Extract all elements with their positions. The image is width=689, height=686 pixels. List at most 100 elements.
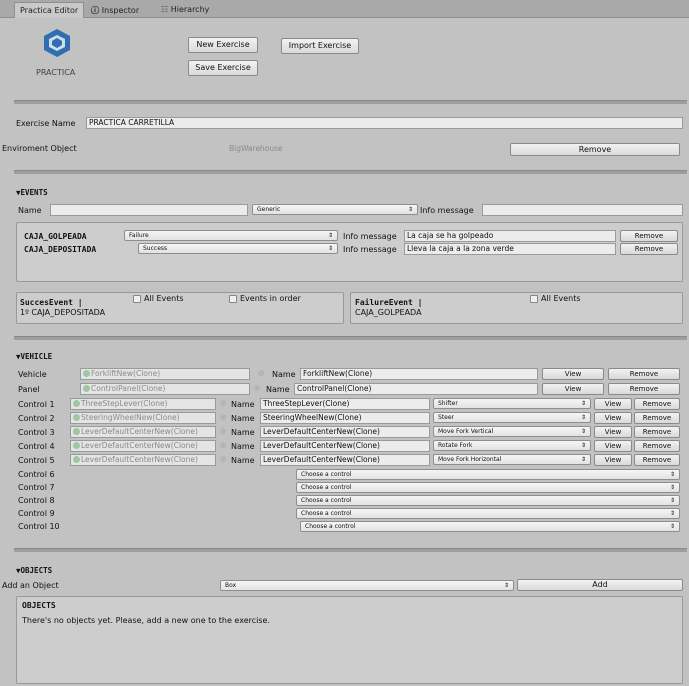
- panel-object-field[interactable]: ControlPanel(Clone): [80, 383, 250, 395]
- control-name-field[interactable]: LeverDefaultCenterNew(Clone): [260, 454, 430, 466]
- control-label: Control 10: [18, 522, 60, 531]
- tab-hierarchy[interactable]: ☷ Hierarchy: [156, 2, 214, 18]
- gameobject-icon: [73, 428, 80, 435]
- failure-event-title: FailureEvent |: [355, 298, 423, 307]
- radio-dot-icon: ◎: [220, 413, 227, 421]
- vehicle-object-field[interactable]: ForkliftNew(Clone): [80, 368, 250, 380]
- environment-object-field[interactable]: BigWarehouse: [226, 143, 506, 155]
- events-in-order-label: Events in order: [240, 294, 301, 303]
- control-action-value: Steer: [438, 414, 455, 421]
- dropdown-arrow-icon: ⇕: [580, 414, 586, 421]
- info-message-field[interactable]: Lleva la caja a la zona verde: [404, 243, 616, 255]
- dropdown-arrow-icon: ⇕: [407, 206, 413, 213]
- remove-control-button[interactable]: Remove: [634, 398, 680, 410]
- choose-control-value: Choose a control: [301, 497, 352, 504]
- separator: [14, 170, 687, 174]
- vehicle-header[interactable]: ▼VEHICLE: [16, 352, 52, 361]
- dropdown-arrow-icon: ⇕: [503, 582, 509, 589]
- events-header[interactable]: ▼EVENTS: [16, 188, 48, 197]
- control-label: Control 6: [18, 470, 55, 479]
- choose-control-dropdown[interactable]: Choose a control ⇕: [296, 482, 680, 493]
- add-object-label: Add an Object: [2, 581, 59, 590]
- objects-header[interactable]: ▼OBJECTS: [16, 566, 52, 575]
- event-type-dropdown[interactable]: Failure ⇕: [124, 230, 338, 241]
- view-vehicle-button[interactable]: View: [542, 368, 604, 380]
- failure-event-item: CAJA_GOLPEADA: [355, 308, 422, 317]
- control-name-field[interactable]: LeverDefaultCenterNew(Clone): [260, 426, 430, 438]
- object-type-dropdown[interactable]: Box ⇕: [220, 580, 514, 591]
- view-panel-button[interactable]: View: [542, 383, 604, 395]
- remove-event-button[interactable]: Remove: [620, 243, 678, 255]
- tab-inspector[interactable]: ⓘ Inspector: [86, 2, 144, 18]
- remove-control-button[interactable]: Remove: [634, 454, 680, 466]
- event-name-input[interactable]: [50, 204, 248, 216]
- dropdown-arrow-icon: ⇕: [669, 471, 675, 478]
- failure-all-events-checkbox[interactable]: [530, 295, 538, 303]
- control-label: Control 9: [18, 509, 55, 518]
- view-control-button[interactable]: View: [594, 398, 632, 410]
- radio-dot-icon: ◎: [220, 441, 227, 449]
- control-action-dropdown[interactable]: Steer ⇕: [433, 412, 591, 423]
- control-object-field[interactable]: ThreeStepLever(Clone): [70, 398, 216, 410]
- tab-practica-editor[interactable]: Practica Editor: [14, 2, 85, 18]
- dropdown-arrow-icon: ⇕: [669, 497, 675, 504]
- exercise-name-input[interactable]: PRACTICA CARRETILLA: [86, 117, 683, 129]
- success-event-item: 1º CAJA_DEPOSITADA: [20, 308, 106, 317]
- remove-control-button[interactable]: Remove: [634, 426, 680, 438]
- remove-environment-button[interactable]: Remove: [510, 143, 680, 156]
- add-object-button[interactable]: Add: [517, 579, 683, 591]
- control-action-value: Move Fork Horizontal: [438, 456, 502, 463]
- remove-control-button[interactable]: Remove: [634, 412, 680, 424]
- choose-control-dropdown[interactable]: Choose a control ⇕: [296, 469, 680, 480]
- import-exercise-button[interactable]: Import Exercise: [281, 38, 359, 54]
- environment-object-label: Enviroment Object: [2, 144, 77, 153]
- control-action-dropdown[interactable]: Rotate Fork ⇕: [433, 440, 591, 451]
- control-name-field[interactable]: ThreeStepLever(Clone): [260, 398, 430, 410]
- vehicle-name-label: Name: [272, 370, 296, 379]
- control-label: Control 8: [18, 496, 55, 505]
- info-message-field[interactable]: La caja se ha golpeado: [404, 230, 616, 242]
- control-name-label: Name: [231, 428, 255, 437]
- choose-control-dropdown[interactable]: Choose a control ⇕: [296, 508, 680, 519]
- event-type-dropdown[interactable]: Success ⇕: [138, 243, 338, 254]
- control-name-field[interactable]: LeverDefaultCenterNew(Clone): [260, 440, 430, 452]
- choose-control-dropdown[interactable]: Choose a control ⇕: [300, 521, 680, 532]
- control-object-field[interactable]: SteeringWheelNew(Clone): [70, 412, 216, 424]
- view-control-button[interactable]: View: [594, 440, 632, 452]
- radio-dot-icon: ◎: [258, 369, 265, 377]
- control-action-dropdown[interactable]: Shifter ⇕: [433, 398, 591, 409]
- control-object-field[interactable]: LeverDefaultCenterNew(Clone): [70, 454, 216, 466]
- remove-vehicle-button[interactable]: Remove: [608, 368, 680, 380]
- control-name-label: Name: [231, 456, 255, 465]
- event-type-dropdown[interactable]: Generic ⇕: [252, 204, 418, 215]
- event-info-input[interactable]: [482, 204, 683, 216]
- events-in-order-checkbox[interactable]: [229, 295, 237, 303]
- control-object-field[interactable]: LeverDefaultCenterNew(Clone): [70, 440, 216, 452]
- info-message-label: Info message: [343, 232, 397, 241]
- remove-control-button[interactable]: Remove: [634, 440, 680, 452]
- control-action-value: Rotate Fork: [438, 442, 473, 449]
- control-label: Control 5: [18, 456, 55, 465]
- choose-control-dropdown[interactable]: Choose a control ⇕: [296, 495, 680, 506]
- view-control-button[interactable]: View: [594, 454, 632, 466]
- gameobject-icon: [73, 414, 80, 421]
- control-object-value: LeverDefaultCenterNew(Clone): [81, 441, 198, 450]
- view-control-button[interactable]: View: [594, 412, 632, 424]
- remove-event-button[interactable]: Remove: [620, 230, 678, 242]
- view-control-button[interactable]: View: [594, 426, 632, 438]
- panel-name-field[interactable]: ControlPanel(Clone): [294, 383, 538, 395]
- control-object-field[interactable]: LeverDefaultCenterNew(Clone): [70, 426, 216, 438]
- vehicle-name-field[interactable]: ForkliftNew(Clone): [300, 368, 538, 380]
- all-events-checkbox[interactable]: [133, 295, 141, 303]
- control-action-dropdown[interactable]: Move Fork Vertical ⇕: [433, 426, 591, 437]
- dropdown-arrow-icon: ⇕: [580, 442, 586, 449]
- dropdown-arrow-icon: ⇕: [580, 428, 586, 435]
- control-name-field[interactable]: SteeringWheelNew(Clone): [260, 412, 430, 424]
- control-action-dropdown[interactable]: Move Fork Horizontal ⇕: [433, 454, 591, 465]
- new-exercise-button[interactable]: New Exercise: [188, 37, 258, 53]
- remove-panel-button[interactable]: Remove: [608, 383, 680, 395]
- event-type-value: Generic: [257, 206, 281, 213]
- hierarchy-icon: ☷: [161, 5, 171, 14]
- gameobject-icon: [73, 442, 80, 449]
- save-exercise-button[interactable]: Save Exercise: [188, 60, 258, 76]
